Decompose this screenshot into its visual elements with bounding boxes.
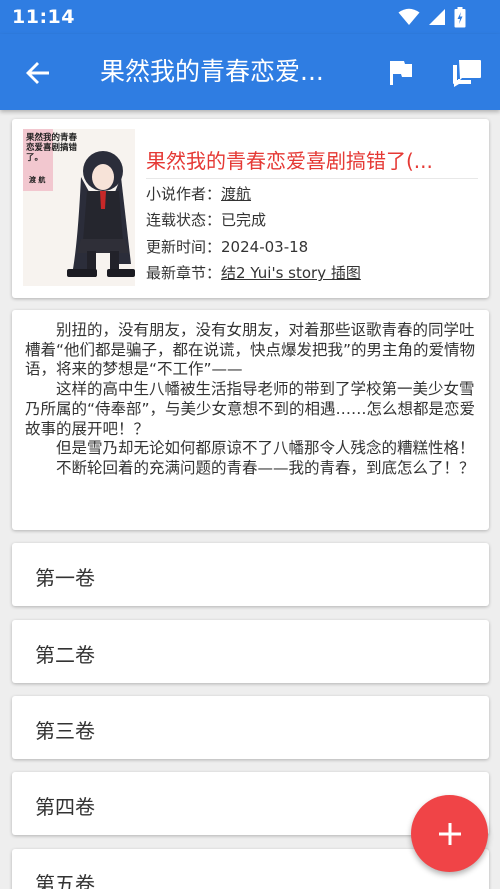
volume-label: 第一卷 bbox=[35, 566, 95, 590]
updated-value: 2024-03-18 bbox=[221, 238, 309, 256]
author-label: 小说作者： bbox=[146, 185, 222, 203]
status-label: 连载状态： bbox=[146, 211, 222, 229]
updated-row: 更新时间：2024-03-18 bbox=[146, 236, 308, 257]
volume-label: 第五卷 bbox=[35, 872, 95, 889]
status-bar: 11:14 bbox=[0, 0, 500, 34]
status-icons bbox=[398, 6, 466, 28]
book-info-card[interactable]: 果然我的青春恋爱喜剧搞错了。 渡 航 果然我的青春恋爱喜剧搞错了(... 小说作… bbox=[12, 119, 489, 298]
cover-title-text: 果然我的青春恋爱喜剧搞错了。 bbox=[26, 133, 78, 163]
battery-icon bbox=[454, 6, 466, 27]
signal-icon bbox=[429, 9, 445, 25]
description-card: 别扭的，没有朋友，没有女朋友，对着那些讴歌青春的同学吐槽着“他们都是骗子，都在说… bbox=[12, 310, 489, 530]
app-bar: 果然我的青春恋爱... bbox=[0, 34, 500, 110]
book-title: 果然我的青春恋爱喜剧搞错了(... bbox=[146, 145, 478, 179]
comment-icon bbox=[453, 60, 481, 87]
author-link[interactable]: 渡航 bbox=[221, 185, 251, 203]
arrow-back-icon bbox=[26, 62, 49, 84]
volume-label: 第二卷 bbox=[35, 643, 95, 667]
latest-label: 最新章节： bbox=[146, 264, 222, 282]
add-fab-button[interactable] bbox=[411, 795, 488, 872]
status-time: 11:14 bbox=[12, 6, 75, 28]
report-button[interactable] bbox=[383, 55, 419, 91]
back-button[interactable] bbox=[18, 53, 58, 93]
volume-item[interactable]: 第一卷 bbox=[12, 543, 489, 606]
description-paragraph: 但是雪乃却无论如何都原谅不了八幡那令人残念的糟糕性格！ bbox=[56, 439, 475, 458]
latest-chapter-row: 最新章节：结2 Yui's story 插图 bbox=[146, 262, 361, 283]
book-cover[interactable]: 果然我的青春恋爱喜剧搞错了。 渡 航 bbox=[23, 129, 135, 286]
status-value: 已完成 bbox=[221, 211, 267, 229]
description-paragraph: 这样的高中生八幡被生活指导老师的带到了学校第一美少女雪乃所属的“侍奉部”，与美少… bbox=[25, 380, 476, 438]
latest-chapter-link[interactable]: 结2 Yui's story 插图 bbox=[221, 264, 361, 282]
volume-label: 第三卷 bbox=[35, 719, 95, 743]
wifi-icon bbox=[398, 8, 420, 25]
status-row: 连载状态：已完成 bbox=[146, 209, 266, 230]
book-description: 别扭的，没有朋友，没有女朋友，对着那些讴歌青春的同学吐槽着“他们都是骗子，都在说… bbox=[25, 321, 477, 479]
cover-author-text: 渡 航 bbox=[29, 176, 46, 184]
volume-item[interactable]: 第二卷 bbox=[12, 620, 489, 683]
volume-item[interactable]: 第三卷 bbox=[12, 696, 489, 759]
plus-icon bbox=[438, 822, 461, 845]
description-paragraph: 别扭的，没有朋友，没有女朋友，对着那些讴歌青春的同学吐槽着“他们都是骗子，都在说… bbox=[25, 321, 476, 379]
comment-button[interactable] bbox=[448, 54, 486, 92]
author-row: 小说作者：渡航 bbox=[146, 183, 251, 204]
volume-label: 第四卷 bbox=[35, 795, 95, 819]
updated-label: 更新时间： bbox=[146, 238, 222, 256]
app-title: 果然我的青春恋爱... bbox=[100, 57, 324, 86]
flag-icon bbox=[390, 61, 412, 85]
description-paragraph: 不断轮回着的充满问题的青春——我的青春，到底怎么了！？ bbox=[56, 458, 475, 477]
